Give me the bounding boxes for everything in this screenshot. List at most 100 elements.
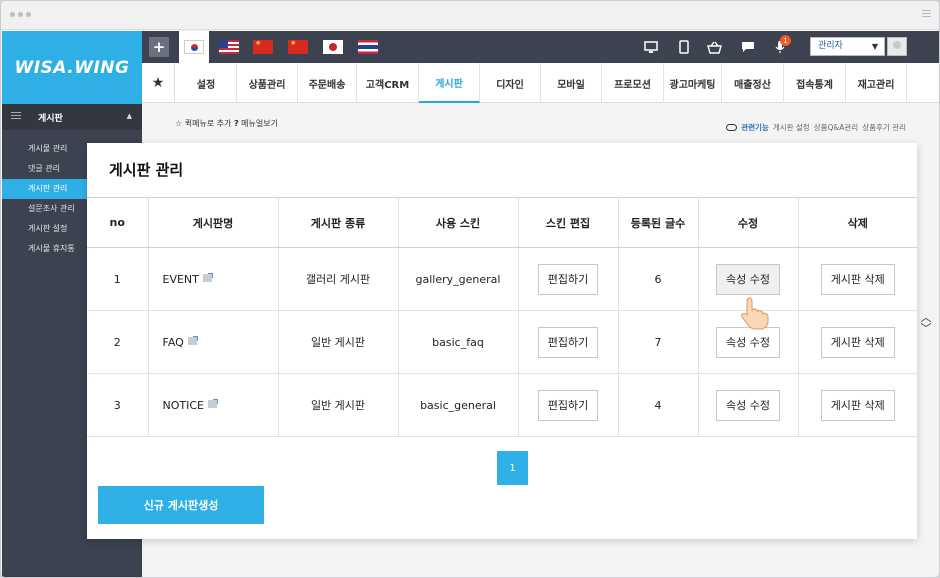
add-button[interactable]: + (149, 37, 169, 57)
modify-attributes-button[interactable]: 속성 수정 (716, 389, 780, 421)
related-label: 관련기능 (741, 123, 769, 132)
edit-skin-cell: 편집하기 (518, 373, 619, 437)
tab-orders[interactable]: 주문배송 (298, 63, 357, 103)
modify-cell: 속성 수정 (698, 373, 799, 437)
usa-flag-icon[interactable] (218, 37, 240, 57)
chevron-down-icon: ▼ (871, 42, 878, 51)
favorite-star-icon[interactable]: ★ (142, 63, 175, 103)
quick-bar: ☆ 퀵메뉴로 추가 ? 메뉴얼보기 (175, 118, 278, 129)
edit-skin-button[interactable]: 편집하기 (537, 389, 599, 421)
column-header: 삭제 (798, 197, 917, 248)
avatar[interactable] (887, 37, 907, 56)
board-table: no 게시판명 게시판 종류 사용 스킨 스킨 편집 등록된 글수 수정 삭제 … (87, 197, 917, 437)
post-count: 6 (618, 247, 699, 311)
pointer-hand-icon (737, 293, 777, 333)
tab-mobile[interactable]: 모바일 (541, 63, 602, 103)
sidebar-header[interactable]: 게시판 ▲ (2, 104, 142, 130)
column-header: 사용 스킨 (398, 197, 519, 248)
edit-skin-button[interactable]: 편집하기 (537, 326, 599, 358)
row-no: 1 (87, 247, 149, 311)
pagination-page[interactable]: 1 (497, 451, 528, 485)
related-link[interactable]: 상품후기 관리 (862, 122, 906, 133)
delete-board-button[interactable]: 게시판 삭제 (820, 263, 895, 295)
column-header: 게시판명 (148, 197, 279, 248)
tab-marketing[interactable]: 광고마케팅 (664, 63, 722, 103)
tab-settings[interactable]: 설정 (176, 63, 237, 103)
monitor-icon[interactable] (642, 38, 660, 56)
admin-select[interactable]: 관리자 ▼ (810, 37, 885, 56)
tab-sales[interactable]: 매출정산 (722, 63, 784, 103)
link-icon (726, 124, 738, 131)
modify-attributes-button[interactable]: 속성 수정 (716, 263, 780, 295)
board-name-cell: NOTICE (148, 373, 279, 437)
board-skin: basic_faq (398, 310, 519, 374)
window-chrome (1, 1, 939, 30)
page-title: 게시판 관리 (109, 161, 184, 179)
board-name-link[interactable]: EVENT (163, 273, 199, 286)
main-nav: ★ 설정 상품관리 주문배송 고객CRM 게시판 디자인 모바일 프로모션 광고… (142, 63, 939, 103)
delete-board-button[interactable]: 게시판 삭제 (820, 389, 895, 421)
popup-link-icon[interactable] (207, 398, 218, 408)
logo[interactable]: WISA.WING (2, 31, 142, 104)
board-name-cell: FAQ (148, 310, 279, 374)
notification-badge: 1 (780, 35, 791, 46)
delete-board-button[interactable]: 게시판 삭제 (820, 326, 895, 358)
help-icon[interactable]: ? (234, 119, 239, 128)
window-dots (10, 12, 31, 17)
related-links: 관련기능 게시판 설정 상품Q&A관리 상품후기 관리 (726, 122, 906, 133)
row-no: 3 (87, 373, 149, 437)
board-type: 일반 게시판 (278, 310, 399, 374)
table-row: 1 EVENT 갤러리 게시판 gallery_general 편집하기 6 속… (87, 247, 917, 311)
manual-link[interactable]: 메뉴얼보기 (241, 119, 278, 128)
board-name-link[interactable]: NOTICE (163, 399, 204, 412)
related-link[interactable]: 게시판 설정 (773, 122, 810, 133)
mobile-icon[interactable] (675, 38, 693, 56)
delete-cell: 게시판 삭제 (798, 247, 917, 311)
delete-cell: 게시판 삭제 (798, 310, 917, 374)
board-type: 일반 게시판 (278, 373, 399, 437)
tab-inventory[interactable]: 재고관리 (846, 63, 907, 103)
edit-skin-cell: 편집하기 (518, 310, 619, 374)
window-menu-icon[interactable] (922, 10, 931, 19)
popup-link-icon[interactable] (202, 272, 213, 282)
tab-design[interactable]: 디자인 (480, 63, 541, 103)
thailand-flag-icon[interactable] (357, 37, 379, 57)
app-window: WISA.WING + 1 관리자 ▼ ★ 설정 (0, 0, 940, 578)
board-skin: gallery_general (398, 247, 519, 311)
star-outline-icon[interactable]: ☆ (175, 119, 182, 128)
basket-icon[interactable] (705, 38, 723, 56)
table-row: 3 NOTICE 일반 게시판 basic_general 편집하기 4 속성 … (87, 373, 917, 437)
create-board-button[interactable]: 신규 게시판생성 (98, 486, 264, 524)
chevron-down-icon[interactable]: ﹀ (916, 323, 936, 334)
china-flag-icon[interactable] (287, 37, 309, 57)
sidebar-header-label: 게시판 (38, 113, 63, 124)
column-header: 스킨 편집 (518, 197, 619, 248)
board-name-link[interactable]: FAQ (163, 336, 184, 349)
edit-skin-button[interactable]: 편집하기 (537, 263, 599, 295)
chevron-up-icon: ▲ (126, 112, 132, 120)
tab-stats[interactable]: 접속통계 (784, 63, 846, 103)
tab-promotion[interactable]: 프로모션 (602, 63, 664, 103)
japan-flag-icon[interactable] (322, 37, 344, 57)
china-flag-icon[interactable] (252, 37, 274, 57)
scroll-arrows[interactable]: ︿ ﹀ (916, 312, 936, 334)
table-header-row: no 게시판명 게시판 종류 사용 스킨 스킨 편집 등록된 글수 수정 삭제 (87, 197, 917, 248)
admin-label: 관리자 (818, 41, 843, 51)
related-link[interactable]: 상품Q&A관리 (814, 122, 858, 133)
edit-skin-cell: 편집하기 (518, 247, 619, 311)
popup-link-icon[interactable] (187, 335, 198, 345)
board-name-cell: EVENT (148, 247, 279, 311)
column-header: 수정 (698, 197, 799, 248)
tab-crm[interactable]: 고객CRM (357, 63, 419, 103)
delete-cell: 게시판 삭제 (798, 373, 917, 437)
tab-products[interactable]: 상품관리 (237, 63, 298, 103)
post-count: 7 (618, 310, 699, 374)
korea-flag-icon[interactable] (179, 31, 209, 63)
board-management-panel: 게시판 관리 no 게시판명 게시판 종류 사용 스킨 스킨 편집 등록된 글수… (87, 143, 917, 539)
row-no: 2 (87, 310, 149, 374)
tab-board[interactable]: 게시판 (419, 63, 480, 103)
add-quickmenu-link[interactable]: 퀵메뉴로 추가 (185, 119, 232, 128)
top-bar: + 1 관리자 ▼ (142, 31, 939, 63)
column-header: 게시판 종류 (278, 197, 399, 248)
chat-icon[interactable] (739, 38, 757, 56)
